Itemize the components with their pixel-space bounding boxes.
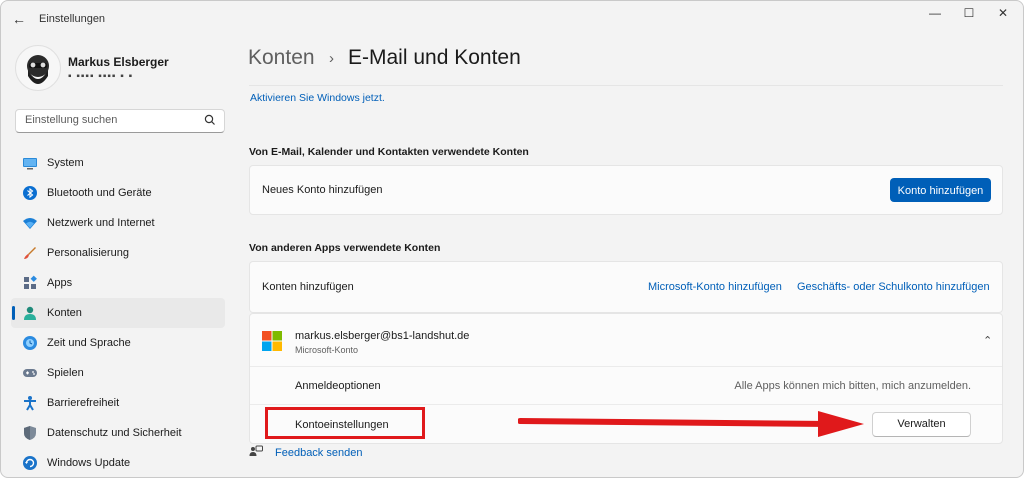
sidebar-item-windows-update[interactable]: Windows Update [11,448,225,477]
search-input[interactable] [23,113,202,127]
globe-clock-icon [23,336,37,350]
send-feedback-link[interactable]: Feedback senden [275,447,362,459]
sidebar-item-time-language[interactable]: Zeit und Sprache [11,328,225,358]
divider [250,366,1002,367]
sidebar-item-system[interactable]: System [11,148,225,178]
annotation-arrow-icon [518,411,864,437]
sidebar-item-label: Barrierefreiheit [47,397,120,409]
chevron-up-icon[interactable]: ⌄ [983,333,992,346]
avatar[interactable] [15,45,61,91]
minimize-button[interactable]: — [917,1,953,25]
account-type: Microsoft-Konto [295,345,359,355]
sidebar-item-accessibility[interactable]: Barrierefreiheit [11,388,225,418]
new-account-label: Neues Konto hinzufügen [262,184,383,196]
maximize-button[interactable]: ☐ [951,1,987,25]
header-divider [249,85,1003,86]
wifi-icon [23,218,37,229]
sidebar-item-personalization[interactable]: Personalisierung [11,238,225,268]
shield-icon [24,426,36,440]
account-expander-header[interactable]: markus.elsberger@bs1-landshut.de Microso… [250,314,1002,365]
sidebar-item-gaming[interactable]: Spielen [11,358,225,388]
manage-button[interactable]: Verwalten [872,412,971,437]
title-bar: ← Einstellungen — ☐ ✕ [1,1,1023,37]
sidebar-item-network[interactable]: Netzwerk und Internet [11,208,225,238]
brush-icon [24,247,36,259]
app-title: Einstellungen [39,13,106,25]
sidebar-item-label: Bluetooth und Geräte [47,187,152,199]
sidebar-item-label: Personalisierung [47,247,129,259]
settings-search[interactable] [15,109,225,133]
feedback-icon [249,445,263,456]
monitor-icon [23,158,37,170]
bluetooth-icon [23,186,37,200]
apps-icon [24,275,37,289]
sidebar-item-apps[interactable]: Apps [11,268,225,298]
page-title: E-Mail und Konten [348,46,521,69]
back-arrow-icon[interactable]: ← [11,11,27,27]
profile-name: Markus Elsberger [68,55,169,69]
sidebar-item-label: Zeit und Sprache [47,337,131,349]
activate-windows-link[interactable]: Aktivieren Sie Windows jetzt. [250,92,385,104]
sidebar-item-label: Spielen [47,367,84,379]
add-email-account-card: Neues Konto hinzufügen Konto hinzufügen [249,165,1003,215]
sidebar-item-label: Datenschutz und Sicherheit [47,427,182,439]
sidebar-item-label: Windows Update [47,457,131,469]
annotation-highlight-box [265,407,425,439]
breadcrumb-parent[interactable]: Konten [248,46,315,70]
search-icon[interactable] [203,113,217,127]
sidebar-item-label: System [47,157,84,169]
sidebar-item-bluetooth[interactable]: Bluetooth und Geräte [11,178,225,208]
sidebar-item-label: Apps [47,277,73,289]
section-heading-email: Von E-Mail, Kalender und Kontakten verwe… [249,146,529,158]
add-microsoft-account-link[interactable]: Microsoft-Konto hinzufügen [648,281,782,293]
close-button[interactable]: ✕ [985,1,1021,25]
sidebar-item-konten[interactable]: Konten [11,298,225,328]
breadcrumb-separator: › [329,50,334,67]
add-accounts-card: Konten hinzufügen Microsoft-Konto hinzuf… [249,261,1003,313]
add-work-school-account-link[interactable]: Geschäfts- oder Schulkonto hinzufügen [797,281,990,293]
profile-email-masked: ▪ ▪▪▪▪ ▪▪▪▪ ▪ ▪ [68,71,134,82]
account-email: markus.elsberger@bs1-landshut.de [295,330,470,342]
accessibility-icon [24,396,36,411]
update-icon [23,456,37,470]
microsoft-logo-icon [262,331,282,351]
add-account-button[interactable]: Konto hinzufügen [890,178,991,202]
section-heading-other-apps: Von anderen Apps verwendete Konten [249,242,441,254]
sidebar-item-label: Netzwerk und Internet [47,217,155,229]
sidebar-item-label: Konten [47,307,82,319]
person-icon [24,306,36,320]
sidebar-item-privacy-security[interactable]: Datenschutz und Sicherheit [11,418,225,448]
sidebar-nav: System Bluetooth und Geräte Netzwerk und… [11,148,225,477]
settings-window: ← Einstellungen — ☐ ✕ Markus Elsberger ▪… [0,0,1024,478]
signin-options-value: Alle Apps können mich bitten, mich anzum… [734,380,971,392]
add-accounts-label: Konten hinzufügen [262,281,354,293]
signin-options-label: Anmeldeoptionen [295,380,381,392]
gamepad-icon [23,369,37,377]
